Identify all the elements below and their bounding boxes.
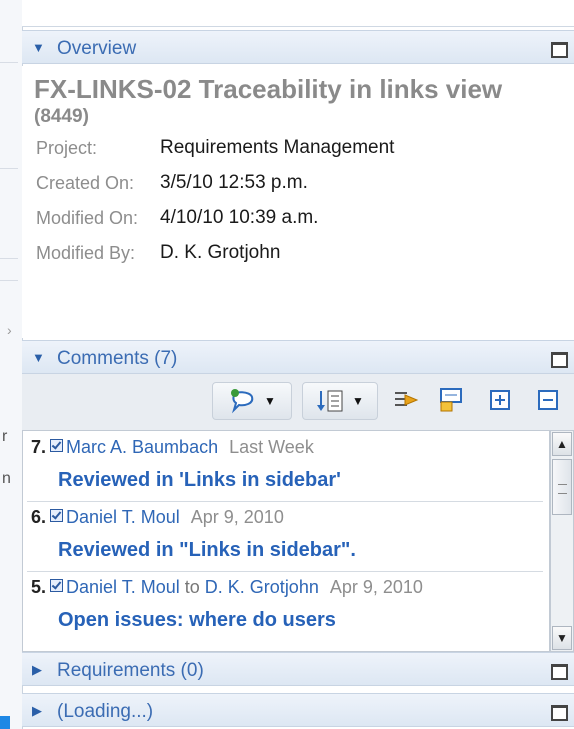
filter-icon xyxy=(395,392,419,406)
comment-author[interactable]: Marc A. Baumbach xyxy=(66,437,218,457)
comments-section-header[interactable]: ▼ Comments (7) xyxy=(22,340,574,374)
comment-date: Apr 9, 2010 xyxy=(190,507,284,527)
work-item-title: FX-LINKS-02 Traceability in links view xyxy=(34,74,503,104)
modified-by-value: D. K. Grotjohn xyxy=(160,242,281,263)
maximize-icon[interactable] xyxy=(551,42,568,58)
sort-dropdown[interactable]: ▼ xyxy=(302,382,378,420)
scrollbar-thumb[interactable] xyxy=(552,459,572,515)
comment-body: Reviewed in 'Links in sidebar' xyxy=(58,469,341,491)
left-pane-text: n xyxy=(2,470,11,487)
comment-number: 7. xyxy=(31,437,47,457)
project-value: Requirements Management xyxy=(160,137,395,158)
modified-on-value: 4/10/10 10:39 a.m. xyxy=(160,207,319,228)
comment-number: 5. xyxy=(31,577,47,597)
chevron-down-icon: ▼ xyxy=(264,394,276,408)
minimize-icon xyxy=(538,390,558,410)
scroll-down-icon[interactable]: ▼ xyxy=(552,626,572,650)
comment-author[interactable]: Daniel T. Moul xyxy=(66,507,180,527)
comment-date: Last Week xyxy=(229,437,314,457)
comment-to: to xyxy=(184,577,200,597)
left-pane-edge: r n › xyxy=(0,0,23,729)
expand-icon xyxy=(490,390,510,410)
divider xyxy=(27,501,543,502)
comment-body: Open issues: where do users xyxy=(58,609,336,631)
scroll-up-icon[interactable]: ▲ xyxy=(552,432,572,456)
maximize-icon[interactable] xyxy=(551,664,568,680)
overview-panel: FX-LINKS-02 Traceability in links view (… xyxy=(22,66,574,338)
expand-triangle-icon[interactable]: ▼ xyxy=(32,350,45,365)
loading-header-title: (Loading...) xyxy=(57,701,154,722)
add-comment-icon xyxy=(231,389,254,414)
modified-by-label: Modified By: xyxy=(36,243,136,263)
minimize-button[interactable] xyxy=(530,382,566,418)
chevron-right-icon[interactable]: › xyxy=(7,322,12,338)
comments-toolbar: ▼ ▼ xyxy=(22,374,574,430)
left-pane-divider xyxy=(0,168,18,169)
collapsed-triangle-icon[interactable]: ▶ xyxy=(32,662,42,678)
requirements-header-title: Requirements (0) xyxy=(57,660,204,681)
overview-section-header[interactable]: ▼ Overview xyxy=(22,30,574,64)
left-pane-divider xyxy=(0,62,18,63)
maximize-icon[interactable] xyxy=(551,352,568,368)
left-pane-divider xyxy=(0,280,18,281)
chevron-down-icon: ▼ xyxy=(352,394,364,408)
collapsed-triangle-icon[interactable]: ▶ xyxy=(32,703,42,719)
maximize-icon[interactable] xyxy=(551,705,568,721)
comments-header-title: Comments (7) xyxy=(57,348,178,369)
left-pane-marker xyxy=(0,716,10,729)
filter-button[interactable] xyxy=(388,382,424,418)
collapse-all-button[interactable] xyxy=(434,382,470,418)
expand-triangle-icon[interactable]: ▼ xyxy=(32,40,45,55)
comment-date: Apr 9, 2010 xyxy=(329,577,423,597)
left-pane-text: r xyxy=(2,428,8,445)
overview-header-title: Overview xyxy=(57,38,137,59)
created-on-value: 3/5/10 12:53 p.m. xyxy=(160,172,308,193)
checkbox-icon[interactable] xyxy=(50,439,64,452)
divider xyxy=(27,571,543,572)
checkbox-icon[interactable] xyxy=(50,509,64,522)
comment-author[interactable]: Daniel T. Moul xyxy=(66,577,180,597)
top-bar xyxy=(22,0,574,27)
requirements-section-header[interactable]: ▶ Requirements (0) xyxy=(22,652,574,686)
expand-button[interactable] xyxy=(482,382,518,418)
comment-number: 6. xyxy=(31,507,47,527)
comment-body: Reviewed in "Links in sidebar". xyxy=(58,539,356,561)
project-label: Project: xyxy=(36,138,98,158)
comment-recipient[interactable]: D. K. Grotjohn xyxy=(205,577,319,597)
comments-list: 7. Marc A. Baumbach Last Week Reviewed in… xyxy=(22,430,550,652)
modified-on-label: Modified On: xyxy=(36,208,139,228)
sort-icon xyxy=(317,390,343,412)
checkbox-icon[interactable] xyxy=(50,579,64,592)
add-comment-dropdown[interactable]: ▼ xyxy=(212,382,292,420)
loading-section-header[interactable]: ▶ (Loading...) xyxy=(22,693,574,727)
collapse-all-icon xyxy=(440,388,462,412)
comments-scrollbar[interactable]: ▲ ▼ xyxy=(550,430,574,652)
created-on-label: Created On: xyxy=(36,173,135,193)
work-item-id: (8449) xyxy=(34,106,89,127)
left-pane-divider xyxy=(0,258,18,259)
